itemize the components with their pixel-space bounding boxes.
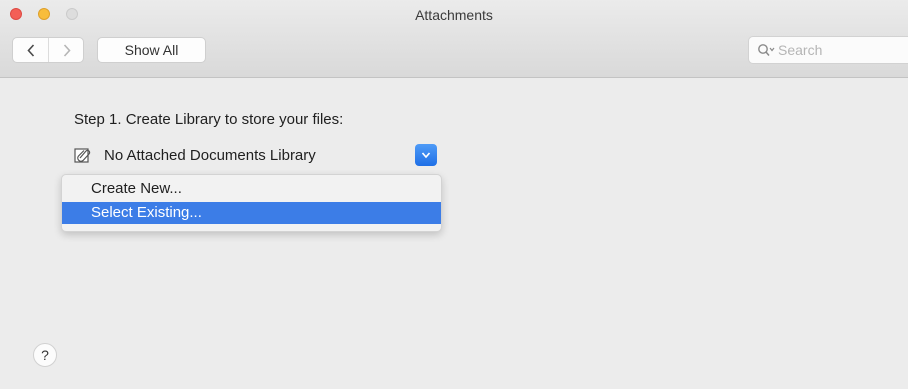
search-field[interactable]: Search [748, 36, 908, 64]
title-bar: Attachments Show All Search [0, 0, 908, 78]
menu-item-select-existing[interactable]: Select Existing... [62, 202, 441, 224]
content-area: Step 1. Create Library to store your fil… [0, 78, 908, 389]
step-label: Step 1. Create Library to store your fil… [74, 111, 344, 128]
back-button[interactable] [13, 38, 49, 62]
library-popup-value: No Attached Documents Library [104, 147, 316, 164]
search-icon [757, 43, 775, 57]
window-title: Attachments [415, 7, 493, 23]
attachment-document-icon [74, 148, 91, 163]
library-popup-menu: Create New... Select Existing... [61, 174, 442, 232]
back-forward-group [12, 37, 84, 63]
show-all-button[interactable]: Show All [97, 37, 206, 63]
preferences-window: Attachments Show All Search Step 1. Crea… [0, 0, 908, 389]
library-popup-button[interactable]: No Attached Documents Library [63, 141, 439, 169]
help-button[interactable]: ? [33, 343, 57, 367]
search-placeholder: Search [778, 42, 823, 58]
forward-button[interactable] [49, 38, 84, 62]
chevron-right-icon [63, 43, 71, 57]
chevron-down-icon [415, 144, 437, 166]
chevron-left-icon [26, 43, 34, 57]
menu-item-create-new[interactable]: Create New... [62, 178, 441, 200]
